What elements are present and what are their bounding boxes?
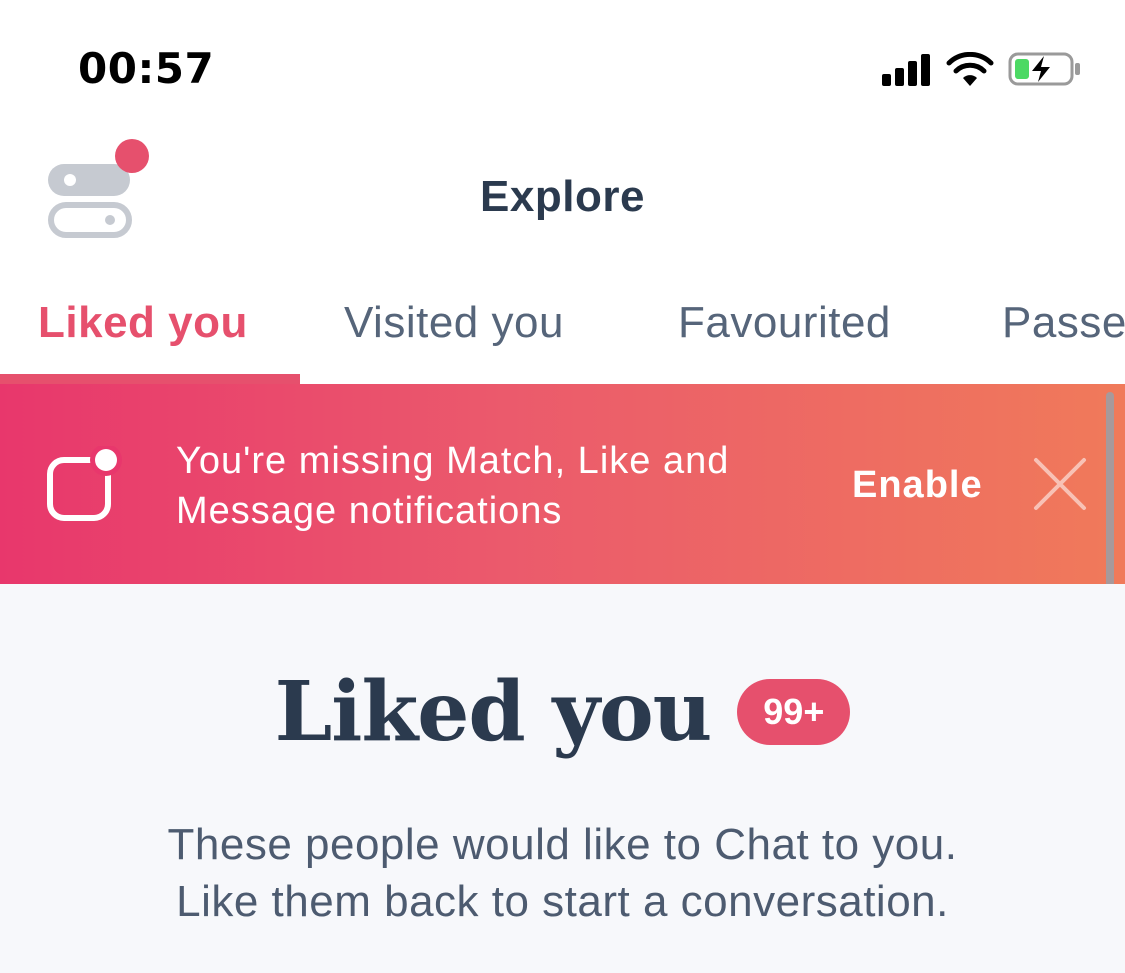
liked-heading: Liked you 99+ [0, 664, 1125, 760]
tab-visited-you[interactable]: Visited you [344, 298, 564, 348]
section-description: These people would like to Chat to you. … [0, 816, 1125, 930]
status-time: 00:57 [78, 44, 215, 93]
banner-line-2: Message notifications [176, 490, 563, 532]
description-line-1: These people would like to Chat to you. [167, 820, 958, 869]
count-badge: 99+ [737, 679, 851, 745]
status-bar: 00:57 [0, 0, 1125, 130]
page-title: Explore [480, 172, 645, 221]
tab-favourited[interactable]: Favourited [678, 298, 891, 348]
tab-passed[interactable]: Passed [1002, 298, 1125, 348]
notification-dot [115, 139, 149, 173]
section-title: Liked you [274, 664, 713, 760]
cellular-signal-icon [882, 54, 934, 86]
banner-message: You're missing Match, Like and Message n… [176, 436, 816, 536]
description-line-2: Like them back to start a conversation. [176, 877, 949, 926]
wifi-icon [946, 52, 994, 86]
scrollbar[interactable] [1106, 392, 1114, 614]
notification-banner: You're missing Match, Like and Message n… [0, 384, 1125, 584]
battery-charging-icon [1008, 52, 1080, 86]
enable-notifications-button[interactable]: Enable [852, 464, 983, 507]
banner-line-1: You're missing Match, Like and [176, 440, 730, 482]
liked-you-section: Liked you 99+ These people would like to … [0, 584, 1125, 973]
tab-bar: Liked you Visited you Favourited Passed [0, 290, 1125, 386]
tab-liked-you[interactable]: Liked you [38, 298, 248, 348]
notification-icon [47, 446, 122, 521]
active-tab-indicator [0, 374, 300, 384]
close-icon[interactable] [1032, 456, 1088, 512]
